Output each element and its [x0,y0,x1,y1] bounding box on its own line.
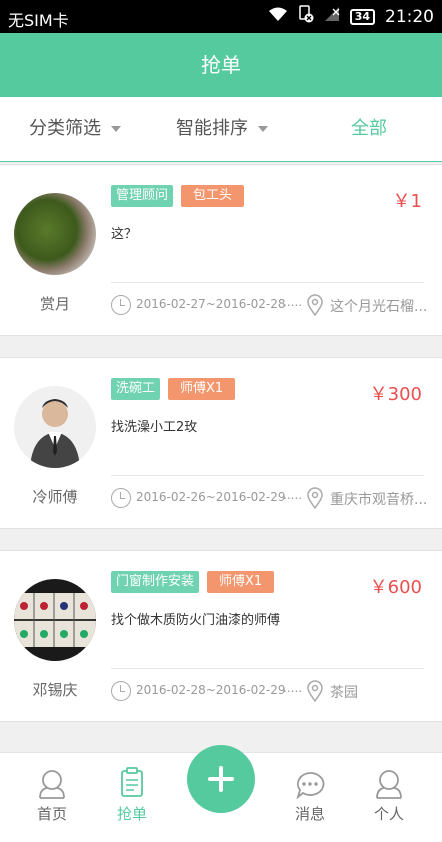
avatar [14,386,96,468]
status-bar: 无SIM卡 34 21:20 [0,0,442,33]
divider [111,668,424,669]
price: ￥1 [392,191,422,212]
ellipsis: ..... [283,681,303,695]
clipboard-icon [120,767,144,801]
clock-time: 21:20 [385,6,434,27]
order-description: 这？ [111,227,138,242]
location-pin-icon [307,294,323,319]
user-name: 邓锡庆 [32,681,78,699]
date-range: 2016-02-26~2016-02-29 [136,490,286,504]
carrier-label: 无SIM卡 [8,11,69,30]
message-icon [295,771,325,803]
price: ￥300 [369,384,422,405]
avatar [14,193,96,275]
all-filter[interactable]: 全部 [351,97,387,161]
category-tag: 洗碗工 [111,378,161,400]
category-filter-label: 分类筛选 [29,118,101,139]
price: ￥600 [369,577,422,598]
ellipsis: ..... [283,488,303,502]
sort-filter-label: 智能排序 [176,118,248,139]
user-name: 冷师傅 [32,488,78,506]
address: 茶园 [330,685,358,701]
divider [111,282,424,283]
category-tag: 管理顾问 [111,185,174,207]
order-description: 找洗澡小工2玫 [111,420,198,435]
home-icon [38,769,66,803]
page-title: 抢单 [0,33,442,97]
signal-icon [324,6,340,27]
user-icon [375,769,403,803]
battery-icon: 34 [349,8,375,25]
date-range: 2016-02-28~2016-02-29 [136,683,286,697]
order-card[interactable]: 赏月 管理顾问 包工头 ￥1 这？ 2016-02-27~2016-02-28 … [0,164,442,336]
clock-icon [111,488,131,508]
chevron-down-icon [258,126,268,132]
add-order-button[interactable] [187,745,255,813]
avatar [14,579,96,661]
category-filter[interactable]: 分类筛选 [29,97,121,161]
clock-icon [111,681,131,701]
sort-filter[interactable]: 智能排序 [176,97,268,161]
tab-profile-label: 个人 [373,805,404,823]
order-card[interactable]: 邓锡庆 门窗制作安装 师傅X1 ￥600 找个做木质防火门油漆的师傅 2016-… [0,550,442,722]
address: 重庆市观音桥... [330,492,428,508]
order-description: 找个做木质防火门油漆的师傅 [111,613,281,628]
location-pin-icon [307,487,323,512]
filter-bar: 分类筛选 智能排序 全部 [0,97,442,162]
address: 这个月光石榴... [330,299,428,315]
clock-icon [111,295,131,315]
sim-blocked-icon [298,5,314,28]
user-name: 赏月 [39,295,70,313]
date-range: 2016-02-27~2016-02-28 [136,297,286,311]
wifi-icon [268,6,288,27]
chevron-down-icon [111,126,121,132]
category-tag: 门窗制作安装 [111,571,200,593]
tab-home-label: 首页 [36,805,67,823]
worker-tag: 师傅X1 [207,571,275,593]
location-pin-icon [307,680,323,705]
worker-tag: 师傅X1 [168,378,236,400]
ellipsis: ..... [283,295,303,309]
tab-messages-label: 消息 [294,805,325,823]
order-card[interactable]: 冷师傅 洗碗工 师傅X1 ￥300 找洗澡小工2玫 2016-02-26~201… [0,357,442,529]
worker-tag: 包工头 [181,185,245,207]
divider [111,475,424,476]
tab-orders-label: 抢单 [116,805,147,823]
